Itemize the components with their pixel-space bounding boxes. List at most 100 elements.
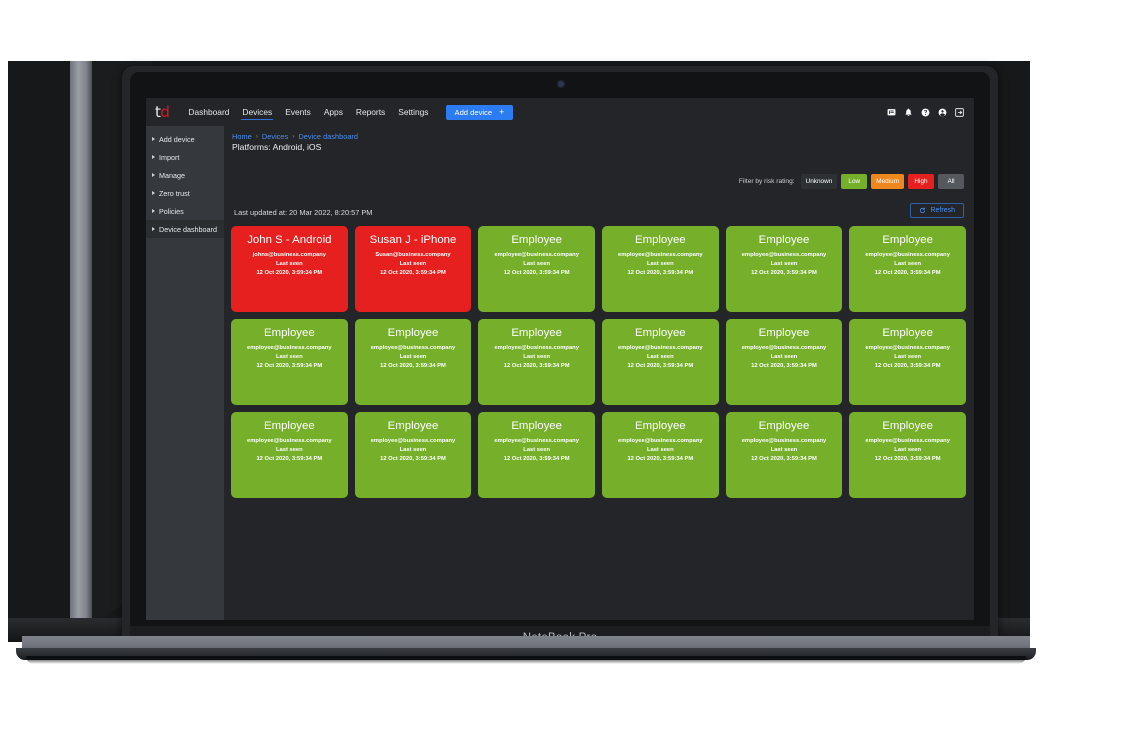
sidebar-item-policies[interactable]: Policies [146, 202, 224, 220]
filter-button-unknown[interactable]: Unknown [800, 174, 838, 189]
device-card-title: Employee [758, 234, 810, 246]
nav-item-devices[interactable]: Devices [241, 104, 274, 120]
device-card[interactable]: Employee employee@business.company Last se… [725, 412, 843, 498]
device-card[interactable]: Susan J - iPhone Susan@business.company La… [354, 226, 472, 312]
nav-item-settings[interactable]: Settings [397, 104, 429, 120]
device-card-email: employee@business.company [618, 252, 703, 259]
sidebar: Add device Import Manage Zero trust Poli… [146, 126, 224, 620]
device-card-last-seen-label: Last seen [523, 446, 551, 453]
account-icon[interactable] [938, 108, 947, 117]
device-card-title: Employee [511, 234, 562, 246]
laptop-rear-edge-highlight [70, 61, 92, 640]
device-card[interactable]: Employee employee@business.company Last se… [354, 319, 472, 405]
main-content: Home › Devices › Device dashboard Platfo… [224, 126, 974, 620]
device-card-timestamp: 12 Oct 2020, 3:59:34 PM [503, 456, 570, 463]
device-card-email: employee@business.company [741, 438, 827, 445]
laptop-drop-shadow [26, 656, 1026, 664]
device-card-last-seen-label: Last seen [275, 353, 303, 360]
device-card-last-seen-label: Last seen [399, 353, 427, 360]
device-card[interactable]: Employee employee@business.company Last se… [601, 319, 719, 405]
device-card[interactable]: Employee employee@business.company Last se… [354, 412, 472, 498]
device-card[interactable]: John S - Android johns@business.company La… [231, 226, 348, 312]
sidebar-item-label: Device dashboard [159, 224, 217, 234]
sidebar-item-add-device[interactable]: Add device [146, 130, 224, 148]
device-card-grid: John S - Android johns@business.company La… [231, 226, 966, 498]
nav-item-events[interactable]: Events [284, 104, 312, 120]
app-screen: td Dashboard Devices Events Apps Reports… [146, 98, 974, 620]
sidebar-item-manage[interactable]: Manage [146, 166, 224, 184]
device-card-timestamp: 12 Oct 2020, 3:59:34 PM [380, 363, 446, 370]
last-updated-text: Last updated at: 20 Mar 2022, 8:20:57 PM [234, 208, 373, 217]
device-card-timestamp: 12 Oct 2020, 3:59:34 PM [380, 456, 446, 463]
plus-icon: + [499, 106, 505, 117]
device-card-last-seen-label: Last seen [275, 446, 303, 453]
device-card-timestamp: 12 Oct 2020, 3:59:34 PM [874, 270, 941, 277]
device-card-email: johns@business.company [252, 252, 326, 259]
device-card[interactable]: Employee employee@business.company Last se… [849, 226, 966, 312]
device-card[interactable]: Employee employee@business.company Last se… [849, 319, 966, 405]
app-body: Add device Import Manage Zero trust Poli… [146, 126, 974, 620]
device-card-last-seen-label: Last seen [894, 353, 922, 360]
device-card[interactable]: Employee employee@business.company Last se… [725, 319, 843, 405]
bell-icon[interactable] [904, 108, 913, 117]
device-card[interactable]: Employee employee@business.company Last se… [849, 412, 966, 498]
add-device-label: Add device [454, 107, 493, 117]
sidebar-item-label: Import [159, 152, 180, 162]
device-card-email: employee@business.company [618, 438, 703, 445]
nav-item-apps[interactable]: Apps [323, 104, 344, 120]
nav-item-dashboard[interactable]: Dashboard [187, 104, 230, 120]
device-card[interactable]: Employee employee@business.company Last se… [601, 226, 719, 312]
laptop-mockup-scene: NoteBook Pro td Dashboard Devices Events… [0, 0, 1123, 749]
breadcrumb-home[interactable]: Home [232, 132, 252, 141]
device-card-email: employee@business.company [494, 252, 579, 259]
sidebar-item-zero-trust[interactable]: Zero trust [146, 184, 224, 202]
app-logo[interactable]: td [155, 104, 170, 120]
refresh-button[interactable]: Refresh [910, 203, 964, 218]
filter-button-high[interactable]: High [908, 174, 934, 189]
device-card[interactable]: Employee employee@business.company Last se… [478, 412, 595, 498]
risk-filter-bar: Filter by risk rating: Unknown Low Mediu… [739, 174, 964, 189]
device-card-email: employee@business.company [618, 345, 703, 352]
device-card-last-seen-label: Last seen [770, 353, 798, 360]
sidebar-item-label: Add device [159, 134, 195, 144]
chevron-right-icon [152, 173, 155, 177]
sidebar-item-label: Zero trust [159, 188, 190, 198]
device-card[interactable]: Employee employee@business.company Last se… [601, 412, 719, 498]
device-card[interactable]: Employee employee@business.company Last se… [478, 319, 595, 405]
device-card-title: Employee [758, 327, 810, 339]
nav-item-reports[interactable]: Reports [355, 104, 386, 120]
help-icon[interactable] [921, 108, 930, 117]
device-card-timestamp: 12 Oct 2020, 3:59:34 PM [256, 270, 323, 277]
breadcrumb-device-dashboard[interactable]: Device dashboard [298, 132, 358, 141]
filter-button-all[interactable]: All [938, 174, 964, 189]
messages-icon[interactable] [887, 108, 896, 117]
device-card-last-seen-label: Last seen [770, 446, 798, 453]
device-card-title: Employee [634, 234, 686, 246]
device-card-timestamp: 12 Oct 2020, 3:59:34 PM [627, 270, 694, 277]
device-card-timestamp: 12 Oct 2020, 3:59:34 PM [627, 456, 694, 463]
sidebar-item-label: Manage [159, 170, 185, 180]
device-card-title: Susan J - iPhone [369, 234, 457, 246]
device-card-timestamp: 12 Oct 2020, 3:59:34 PM [751, 456, 817, 463]
device-card-timestamp: 12 Oct 2020, 3:59:34 PM [256, 456, 323, 463]
device-card-email: employee@business.company [370, 345, 456, 352]
device-card[interactable]: Employee employee@business.company Last se… [725, 226, 843, 312]
device-card-title: Employee [758, 420, 810, 432]
device-card-title: Employee [882, 420, 933, 432]
sidebar-item-device-dashboard[interactable]: Device dashboard [146, 220, 224, 238]
sidebar-item-label: Policies [159, 206, 184, 216]
device-card[interactable]: Employee employee@business.company Last se… [231, 412, 348, 498]
filter-button-low[interactable]: Low [841, 174, 868, 189]
filter-button-medium[interactable]: Medium [871, 174, 904, 189]
logout-icon[interactable] [955, 107, 964, 117]
device-card-title: Employee [511, 420, 562, 432]
sidebar-item-import[interactable]: Import [146, 148, 224, 166]
breadcrumb: Home › Devices › Device dashboard [232, 132, 964, 141]
breadcrumb-devices[interactable]: Devices [262, 132, 288, 141]
device-card[interactable]: Employee employee@business.company Last se… [478, 226, 595, 312]
chevron-right-icon [152, 155, 155, 159]
device-card[interactable]: Employee employee@business.company Last se… [231, 319, 348, 405]
add-device-button[interactable]: Add device + [445, 104, 514, 120]
navbar-icon-group [887, 98, 964, 126]
refresh-icon [919, 207, 926, 214]
